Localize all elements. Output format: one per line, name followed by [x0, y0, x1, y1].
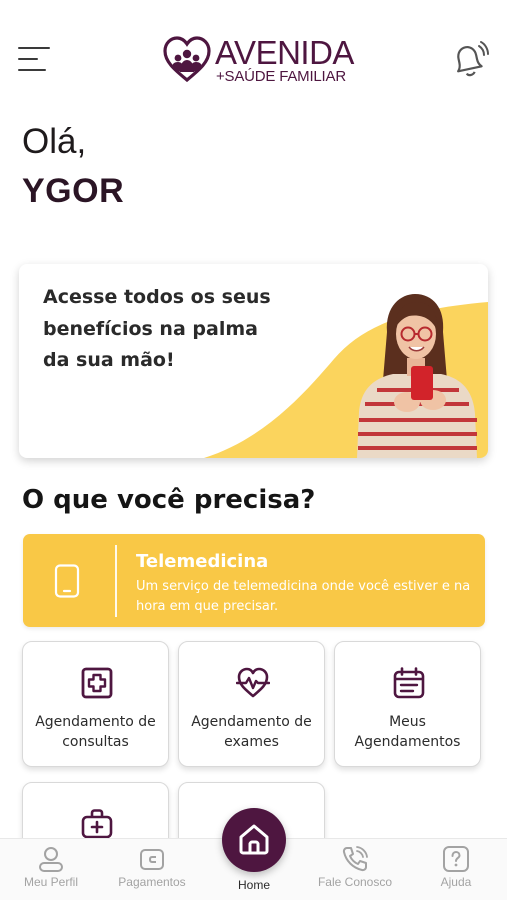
help-icon [443, 846, 469, 872]
nav-label: Ajuda [440, 875, 472, 889]
app-logo: AVENIDA +SAÚDE FAMILIAR [163, 34, 363, 86]
notification-bell-icon[interactable] [448, 40, 490, 80]
phone-icon [342, 846, 368, 872]
logo-heart-family-icon [163, 36, 211, 82]
service-label: Agendamento de exames [191, 714, 312, 750]
nav-home-label: Home [237, 878, 270, 892]
medical-bag-icon [81, 809, 113, 839]
service-card-exames[interactable]: Agendamento de exames [178, 641, 325, 767]
nav-label: Fale Conosco [317, 875, 393, 889]
medical-cross-icon [81, 667, 113, 699]
app-header: AVENIDA +SAÚDE FAMILIAR [0, 0, 507, 110]
nav-label: Pagamentos [118, 875, 186, 889]
nav-ajuda[interactable]: Ajuda [411, 839, 501, 900]
service-label: Meus Agendamentos [354, 714, 461, 750]
telemedicina-description: Um serviço de telemedicina onde você est… [136, 579, 471, 614]
home-icon [239, 824, 269, 855]
user-icon [39, 847, 63, 872]
section-title: O que você precisa? [22, 485, 316, 515]
service-card-meus-agendamentos[interactable]: Meus Agendamentos [334, 641, 481, 767]
hamburger-menu-icon[interactable] [18, 44, 52, 74]
nav-fale-conosco[interactable]: Fale Conosco [310, 839, 400, 900]
greeting-text: Olá, [22, 122, 87, 161]
banner-text: Acesse todos os seus benefícios na palma… [43, 286, 271, 371]
nav-label: Meu Perfil [23, 875, 79, 889]
woman-with-phone-image [357, 294, 477, 458]
telemedicina-divider [115, 545, 117, 617]
benefits-banner[interactable]: Acesse todos os seus benefícios na palma… [19, 264, 488, 458]
nav-home-button[interactable] [222, 808, 286, 872]
nav-pagamentos[interactable]: Pagamentos [107, 839, 197, 900]
logo-name: AVENIDA [215, 34, 354, 71]
nav-meu-perfil[interactable]: Meu Perfil [6, 839, 96, 900]
smartphone-icon [54, 564, 80, 598]
heartbeat-icon [236, 667, 270, 698]
calendar-icon [393, 667, 425, 699]
user-name: YGOR [22, 172, 125, 210]
logo-subtitle: +SAÚDE FAMILIAR [216, 68, 346, 85]
telemedicina-title: Telemedicina [136, 551, 269, 572]
wallet-icon [140, 849, 164, 870]
telemedicina-card[interactable]: Telemedicina Um serviço de telemedicina … [23, 534, 485, 627]
service-card-consultas[interactable]: Agendamento de consultas [22, 641, 169, 767]
service-label: Agendamento de consultas [35, 714, 156, 750]
